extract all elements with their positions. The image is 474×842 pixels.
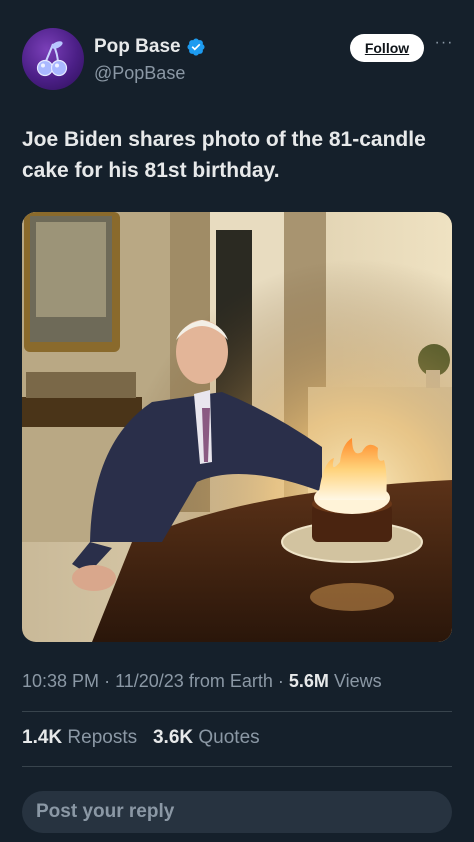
quotes-count: 3.6K xyxy=(152,727,194,748)
tweet-header: Pop Base @PopBase Follow ··· xyxy=(22,28,452,92)
display-name[interactable]: Pop Base xyxy=(94,36,181,58)
tweet-photo[interactable] xyxy=(22,212,452,642)
reposts-count: 1.4K xyxy=(22,727,63,748)
follow-button[interactable]: Follow xyxy=(350,34,424,62)
cherries-icon xyxy=(36,41,68,77)
quotes-label: Quotes xyxy=(198,727,260,748)
reposts-stat[interactable]: 1.4K Reposts xyxy=(22,727,142,748)
quotes-stat[interactable]: 3.6K Quotes xyxy=(153,727,260,748)
tweet-meta: 10:38 PM · 11/20/23 from Earth · 5.6M Vi… xyxy=(22,671,452,692)
tweet-detail-screen: Pop Base @PopBase Follow ··· Joe Biden s… xyxy=(0,0,474,842)
reply-bar xyxy=(0,780,474,842)
photo-image xyxy=(22,212,452,642)
tweet-text: Joe Biden shares photo of the 81-candle … xyxy=(22,128,426,182)
more-options-icon[interactable]: ··· xyxy=(432,34,456,58)
views-label: Views xyxy=(333,671,382,691)
meta-separator: · xyxy=(104,671,111,691)
reply-input[interactable] xyxy=(22,791,452,833)
avatar[interactable] xyxy=(22,28,84,90)
tweet-source: from Earth xyxy=(188,671,273,691)
views-count: 5.6M xyxy=(288,671,329,691)
verified-badge-icon xyxy=(187,38,205,56)
divider xyxy=(22,711,452,712)
name-row: Pop Base xyxy=(94,36,206,58)
tweet-time[interactable]: 10:38 PM xyxy=(22,671,99,691)
user-handle[interactable]: @PopBase xyxy=(94,63,185,84)
divider xyxy=(22,766,452,767)
meta-separator-2: · xyxy=(277,671,284,691)
tweet-date[interactable]: 11/20/23 xyxy=(115,671,184,691)
tweet-stats: 1.4K Reposts 3.6K Quotes xyxy=(22,727,260,749)
reposts-label: Reposts xyxy=(67,727,138,748)
